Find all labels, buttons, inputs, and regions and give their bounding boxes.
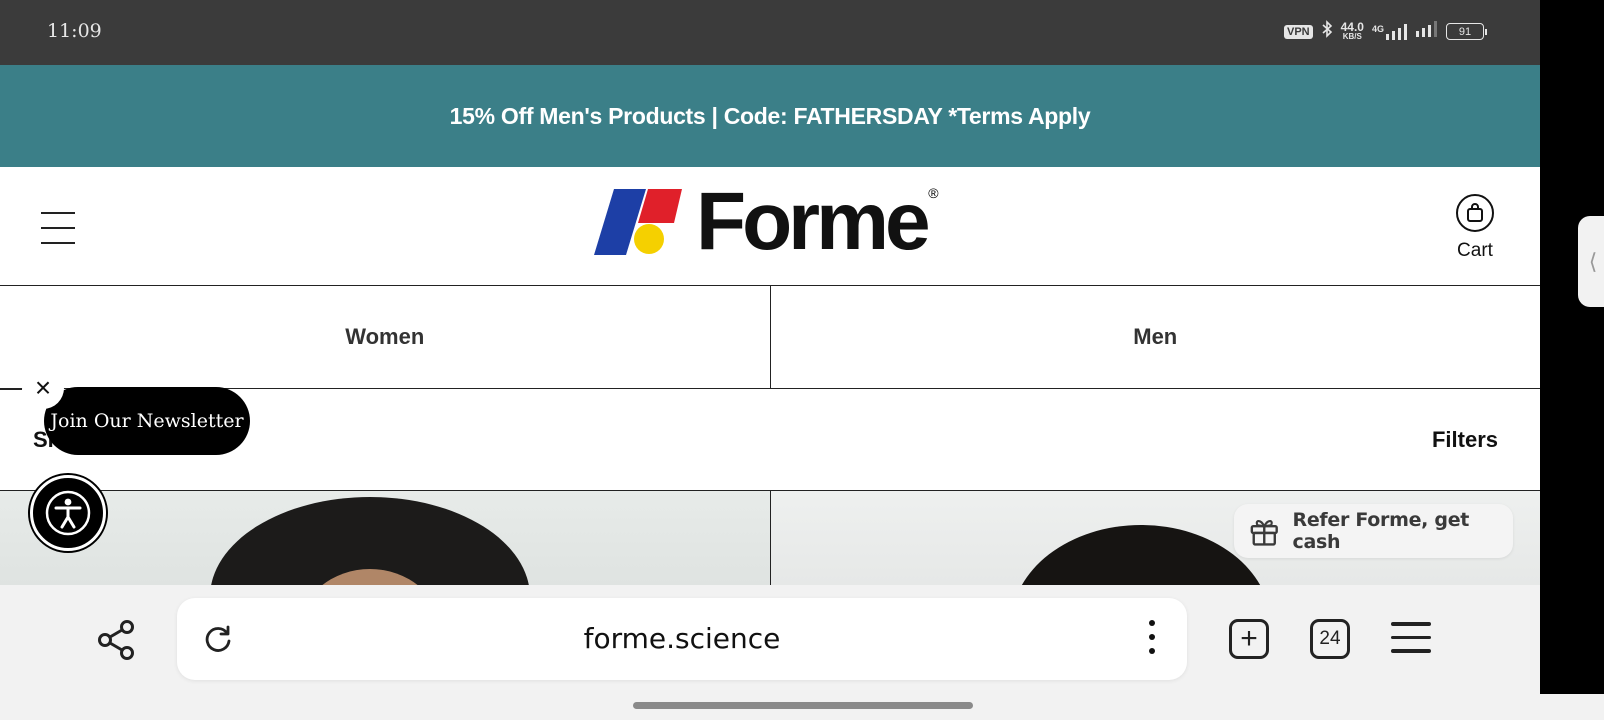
- edge-panel-handle[interactable]: ⟨: [1578, 216, 1604, 307]
- product-card[interactable]: [0, 491, 770, 585]
- refer-button[interactable]: Refer Forme, get cash: [1234, 504, 1513, 558]
- registered-mark: ®: [928, 185, 939, 201]
- logo-wordmark: Forme: [696, 176, 931, 267]
- dot-icon: [1149, 620, 1155, 626]
- accessibility-button[interactable]: [30, 475, 106, 551]
- vpn-badge: VPN: [1284, 24, 1313, 39]
- gift-icon: [1250, 520, 1278, 546]
- cart-button[interactable]: Cart: [1450, 194, 1500, 262]
- status-bar: 11:09 VPN 44.0 KB/S 4G 91: [0, 0, 1540, 65]
- forme-logo-mark-icon: [594, 189, 682, 255]
- network-speed-unit: KB/S: [1342, 31, 1362, 41]
- signal-4g-icon: 4G: [1371, 23, 1408, 40]
- menu-line-icon: [41, 212, 75, 214]
- tab-men[interactable]: Men: [769, 286, 1541, 388]
- menu-line-icon: [1391, 622, 1431, 626]
- menu-line-icon: [1391, 649, 1431, 653]
- browser-menu-button[interactable]: [1391, 622, 1431, 654]
- browser-toolbar: forme.science + 24: [0, 585, 1540, 694]
- tab-women[interactable]: Women: [0, 286, 770, 388]
- screen: 11:09 VPN 44.0 KB/S 4G 91 15% Off Men's …: [0, 0, 1604, 720]
- bluetooth-icon: [1321, 20, 1333, 43]
- product-image-model: [210, 497, 530, 585]
- address-bar[interactable]: forme.science: [177, 598, 1187, 680]
- side-panel: [1540, 0, 1604, 694]
- share-icon: [98, 620, 134, 660]
- product-image-model: [1010, 525, 1271, 585]
- menu-line-icon: [1391, 635, 1431, 639]
- forme-logo[interactable]: Forme ®: [594, 176, 939, 267]
- dot-icon: [1149, 648, 1155, 654]
- page-options-button[interactable]: [1147, 620, 1157, 658]
- network-speed: 44.0 KB/S: [1341, 21, 1364, 42]
- promo-text: 15% Off Men's Products | Code: FATHERSDA…: [449, 102, 1091, 129]
- status-icons: VPN 44.0 KB/S 4G 91: [1284, 20, 1487, 43]
- share-button[interactable]: [96, 619, 136, 666]
- cart-label: Cart: [1457, 240, 1493, 261]
- promo-banner[interactable]: 15% Off Men's Products | Code: FATHERSDA…: [0, 65, 1540, 167]
- url-text: forme.science: [583, 622, 781, 655]
- newsletter-button[interactable]: Join Our Newsletter: [44, 387, 250, 455]
- bag-icon: [1456, 194, 1494, 232]
- home-gesture-bar[interactable]: [633, 702, 973, 709]
- status-time: 11:09: [47, 20, 102, 42]
- dot-icon: [1149, 634, 1155, 640]
- refer-label: Refer Forme, get cash: [1292, 509, 1470, 553]
- menu-line-icon: [41, 242, 75, 244]
- gesture-nav-area: [0, 694, 1604, 720]
- tab-switcher-button[interactable]: 24: [1310, 619, 1350, 659]
- site-header: Forme ® Cart: [0, 167, 1540, 286]
- menu-line-icon: [41, 227, 75, 229]
- divider: [0, 388, 22, 390]
- network-type-label: 4G: [1371, 23, 1384, 34]
- signal-icon: [1416, 21, 1438, 42]
- category-tabs: Women Men: [0, 286, 1540, 389]
- menu-button[interactable]: [41, 212, 75, 244]
- new-tab-button[interactable]: +: [1229, 619, 1269, 659]
- filters-button[interactable]: Filters: [1432, 427, 1498, 453]
- newsletter-close-button[interactable]: ×: [22, 367, 64, 409]
- accessibility-icon: [45, 490, 91, 536]
- battery-indicator: 91: [1446, 23, 1487, 40]
